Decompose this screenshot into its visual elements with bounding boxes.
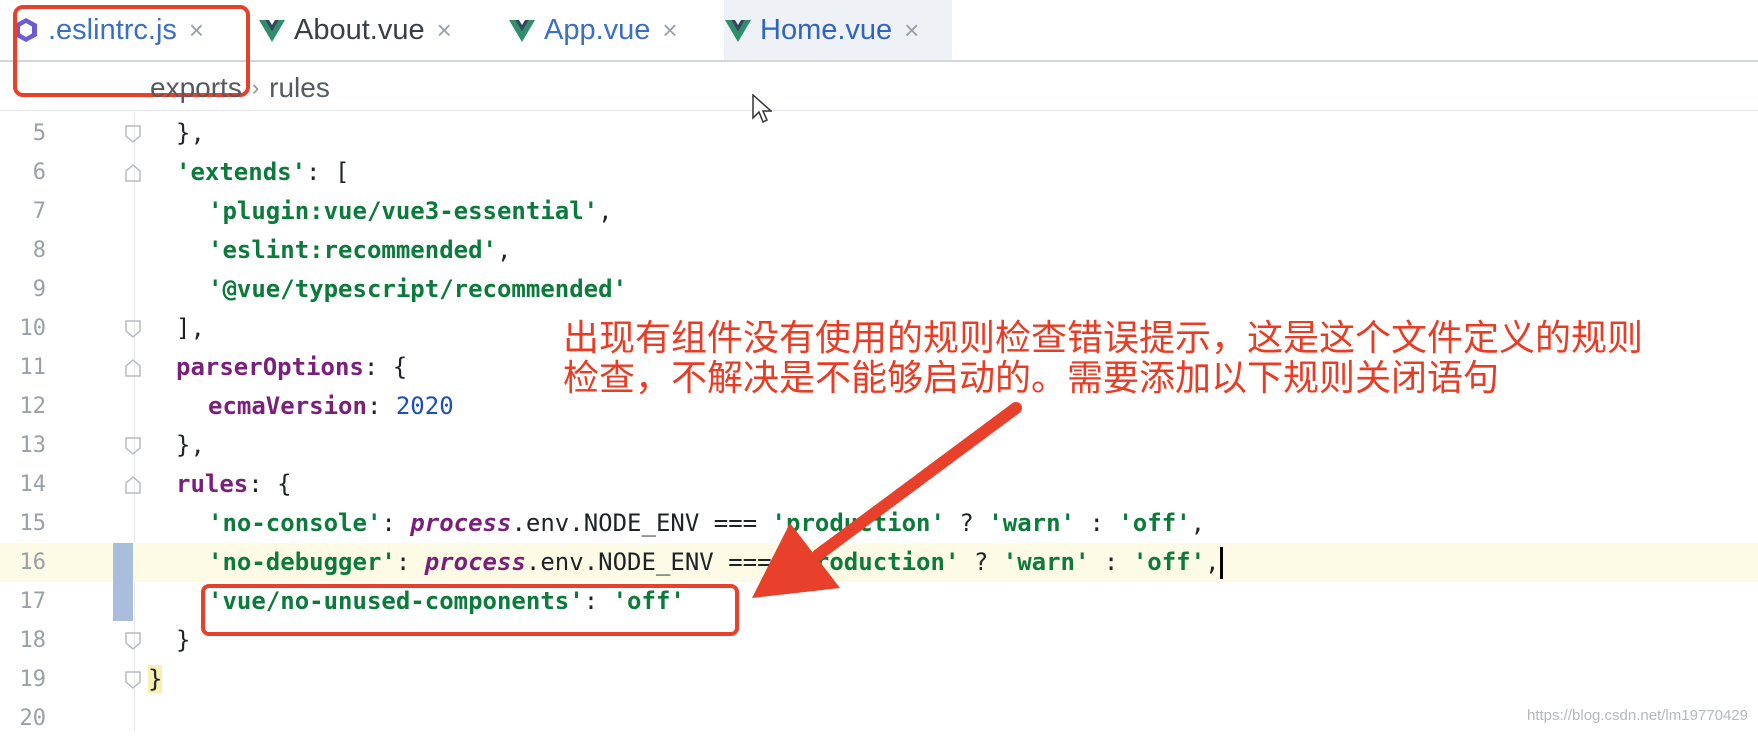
line-number: 9	[32, 277, 46, 302]
code-text[interactable]: ecmaVersion: 2020	[208, 387, 454, 426]
code-text[interactable]: ],	[176, 309, 205, 348]
line-number: 7	[32, 199, 46, 224]
code-line: 13 },	[0, 426, 1758, 465]
code-text[interactable]: },	[176, 114, 205, 153]
tab-label: About.vue	[294, 13, 425, 46]
annotation-line: 检查，不解决是不能够启动的。需要添加以下规则关闭语句	[563, 357, 1500, 398]
fold-end-icon[interactable]	[124, 319, 142, 339]
code-line: 20	[0, 699, 1758, 738]
annotation-line: 出现有组件没有使用的规则检查错误提示，这是这个文件定义的规则	[563, 317, 1644, 358]
code-line: 6 'extends': [	[0, 153, 1758, 192]
line-number: 5	[32, 121, 46, 146]
close-icon[interactable]: ×	[904, 15, 919, 46]
code-text[interactable]: parserOptions: {	[176, 348, 407, 387]
change-marker	[113, 582, 133, 621]
tab-home-vue[interactable]: Home.vue ×	[724, 0, 952, 60]
watermark: https://blog.csdn.net/lm19770429	[1527, 707, 1748, 724]
line-number: 12	[19, 394, 47, 419]
code-line: 8 'eslint:recommended',	[0, 231, 1758, 270]
vue-icon	[259, 20, 285, 42]
code-line: 15 'no-console': process.env.NODE_ENV ==…	[0, 504, 1758, 543]
code-text[interactable]: 'eslint:recommended',	[208, 231, 511, 270]
change-marker	[113, 543, 133, 582]
breadcrumb-separator: ›	[251, 75, 260, 100]
code-line: 7 'plugin:vue/vue3-essential',	[0, 192, 1758, 231]
code-text[interactable]: 'no-console': process.env.NODE_ENV === '…	[208, 504, 1205, 543]
line-number: 16	[19, 550, 47, 575]
line-number: 15	[19, 511, 47, 536]
line-number: 13	[19, 433, 47, 458]
breadcrumb-item-rules[interactable]: rules	[269, 72, 330, 104]
tab-label: Home.vue	[760, 13, 893, 46]
code-text[interactable]: }	[148, 660, 163, 699]
close-icon[interactable]: ×	[662, 15, 677, 46]
fold-end-icon[interactable]	[124, 124, 142, 144]
code-text[interactable]: 'no-debugger': process.env.NODE_ENV === …	[208, 543, 1223, 582]
fold-start-icon[interactable]	[124, 358, 142, 378]
editor-tab-bar: .eslintrc.js × About.vue × App.vue × Hom…	[0, 0, 1758, 60]
close-icon[interactable]: ×	[437, 15, 452, 46]
code-text[interactable]: 'plugin:vue/vue3-essential',	[208, 192, 613, 231]
code-text[interactable]: rules: {	[176, 465, 292, 504]
code-text[interactable]: },	[176, 426, 205, 465]
code-text[interactable]: '@vue/typescript/recommended'	[208, 270, 627, 309]
breadcrumb-item-exports[interactable]: exports	[150, 72, 242, 104]
code-line-current: 16 'no-debugger': process.env.NODE_ENV =…	[0, 543, 1758, 582]
line-number: 11	[19, 355, 47, 380]
vue-icon	[725, 20, 751, 42]
tab-bar-divider	[0, 60, 1758, 62]
fold-start-icon[interactable]	[124, 475, 142, 495]
vue-icon	[509, 20, 535, 42]
code-line: 14 rules: {	[0, 465, 1758, 504]
fold-start-icon[interactable]	[124, 163, 142, 183]
code-line: 5 },	[0, 114, 1758, 153]
text-caret	[1219, 547, 1223, 579]
line-number: 8	[32, 238, 46, 263]
tab-about-vue[interactable]: About.vue ×	[258, 0, 488, 60]
line-number: 14	[19, 472, 47, 497]
line-number: 20	[19, 706, 47, 731]
fold-end-icon[interactable]	[124, 436, 142, 456]
line-number: 6	[32, 160, 46, 185]
annotation-text: 出现有组件没有使用的规则检查错误提示，这是这个文件定义的规则 检查，不解决是不能…	[563, 318, 1683, 398]
code-text[interactable]: }	[176, 621, 190, 660]
code-line: 19 }	[0, 660, 1758, 699]
breadcrumb: exports › rules	[150, 68, 330, 108]
line-number: 19	[19, 667, 47, 692]
code-text[interactable]: 'extends': [	[176, 153, 349, 192]
line-number: 10	[19, 316, 47, 341]
tab-app-vue[interactable]: App.vue ×	[508, 0, 708, 60]
fold-end-icon[interactable]	[124, 670, 142, 690]
fold-end-icon[interactable]	[124, 631, 142, 651]
code-line: 9 '@vue/typescript/recommended'	[0, 270, 1758, 309]
code-highlight-box	[201, 584, 739, 636]
line-number: 18	[19, 628, 47, 653]
breadcrumb-divider	[0, 110, 1758, 111]
tab-label: App.vue	[544, 13, 651, 46]
line-number: 17	[19, 589, 47, 614]
